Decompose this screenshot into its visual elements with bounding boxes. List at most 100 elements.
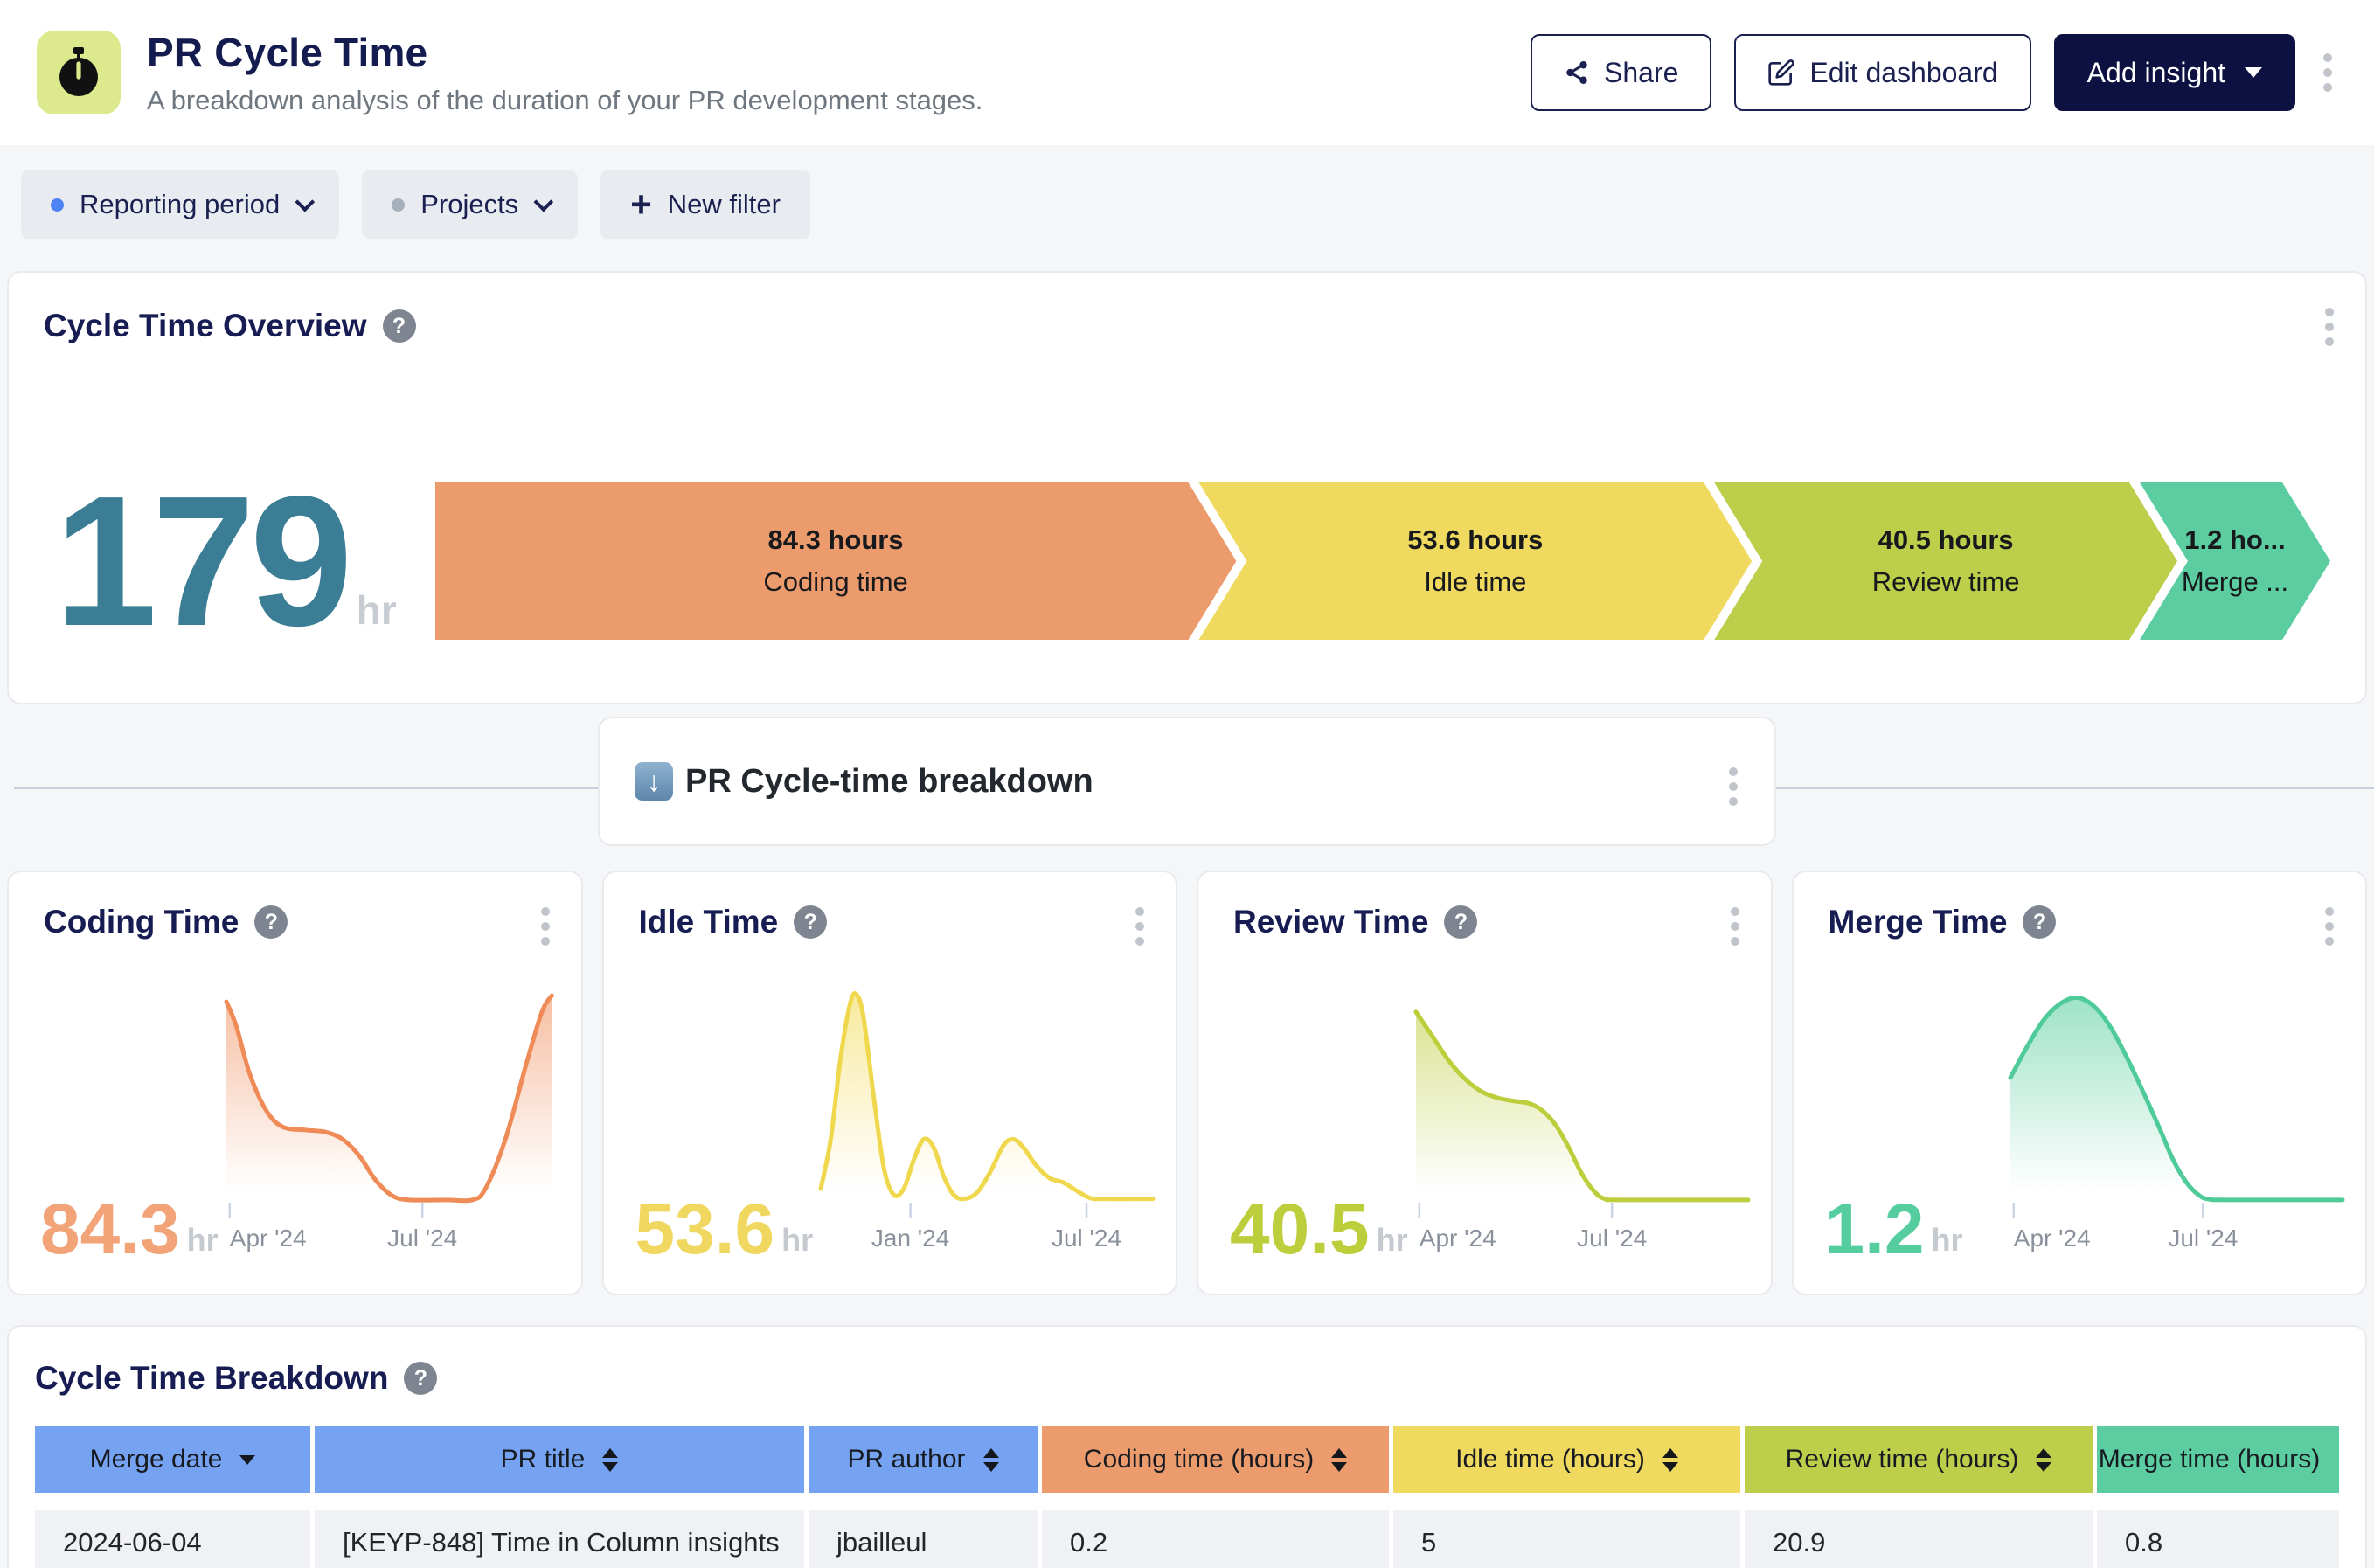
overview-title: Cycle Time Overview bbox=[44, 308, 367, 344]
cycle-time-overview-card: Cycle Time Overview 179 hr 84.3 hours Co… bbox=[7, 271, 2367, 704]
metric-title: Merge Time bbox=[1829, 904, 2008, 940]
svg-text:Jul '24: Jul '24 bbox=[2168, 1225, 2238, 1252]
new-filter-label: New filter bbox=[668, 189, 781, 220]
header-more-menu-icon[interactable] bbox=[2318, 48, 2337, 97]
review-time-sparkline: Apr '24Jul '24 bbox=[1416, 982, 1748, 1250]
svg-text:Jul '24: Jul '24 bbox=[387, 1225, 457, 1252]
merge-time-card: Merge Time Apr '24 Jul '24 1.2 hr bbox=[1792, 871, 2368, 1295]
metric-cards-row: Coding Time Apr '24Jul '24 84.3 hr Idle … bbox=[7, 871, 2367, 1295]
page-subtitle: A breakdown analysis of the duration of … bbox=[147, 85, 1504, 116]
help-icon[interactable] bbox=[794, 905, 827, 939]
review-time-card: Review Time Apr '24Jul '24 40.5 hr bbox=[1197, 871, 1773, 1295]
cycle-time-breakdown-table-card: Cycle Time Breakdown Merge date PR title… bbox=[7, 1325, 2367, 1568]
share-button[interactable]: Share bbox=[1531, 34, 1711, 111]
column-header-merge-time[interactable]: Merge time (hours) bbox=[2097, 1426, 2339, 1493]
total-cycle-time-value: 179 bbox=[54, 489, 348, 633]
sort-icon bbox=[983, 1448, 999, 1472]
add-insight-button[interactable]: Add insight bbox=[2054, 34, 2295, 111]
cell-review-time: 20.9 bbox=[1745, 1510, 2093, 1568]
funnel-stage-idle: 53.6 hours Idle time bbox=[1198, 482, 1752, 640]
metric-value: 84.3 hr bbox=[40, 1201, 219, 1259]
add-insight-label: Add insight bbox=[2087, 57, 2225, 89]
sort-icon bbox=[239, 1455, 255, 1465]
metric-title: Coding Time bbox=[44, 904, 239, 940]
svg-text:Apr '24: Apr '24 bbox=[2014, 1225, 2091, 1252]
stage-value: 40.5 hours bbox=[1878, 524, 2014, 556]
card-more-menu-icon[interactable] bbox=[1725, 902, 1745, 951]
metric-value: 1.2 hr bbox=[1825, 1201, 1963, 1259]
chevron-down-icon bbox=[295, 192, 316, 212]
reporting-period-filter[interactable]: Reporting period bbox=[21, 170, 339, 239]
total-cycle-time-unit: hr bbox=[357, 586, 397, 634]
svg-text:Apr '24: Apr '24 bbox=[1419, 1225, 1496, 1252]
funnel-stage-review: 40.5 hours Review time bbox=[1714, 482, 2177, 640]
stage-value: 1.2 ho... bbox=[2184, 524, 2285, 556]
column-header-idle-time[interactable]: Idle time (hours) bbox=[1393, 1426, 1740, 1493]
projects-label: Projects bbox=[420, 189, 518, 220]
cell-pr-title: [KEYP-848] Time in Column insights bbox=[315, 1510, 804, 1568]
share-icon bbox=[1564, 59, 1590, 86]
help-icon[interactable] bbox=[404, 1362, 437, 1395]
merge-time-sparkline: Apr '24 Jul '24 bbox=[2010, 982, 2343, 1250]
sort-icon bbox=[1331, 1448, 1347, 1472]
stage-label: Merge ... bbox=[2182, 566, 2288, 598]
svg-text:Jul '24: Jul '24 bbox=[1052, 1225, 1121, 1252]
stage-label: Review time bbox=[1872, 566, 2020, 598]
cell-pr-author: jbailleul bbox=[809, 1510, 1038, 1568]
edit-dashboard-button[interactable]: Edit dashboard bbox=[1734, 34, 2030, 111]
filter-bar: Reporting period Projects + New filter bbox=[0, 145, 2374, 271]
top-header: PR Cycle Time A breakdown analysis of th… bbox=[0, 0, 2374, 145]
column-header-pr-title[interactable]: PR title bbox=[315, 1426, 804, 1493]
cell-coding-time: 0.2 bbox=[1042, 1510, 1389, 1568]
metric-title: Review Time bbox=[1233, 904, 1428, 940]
help-icon[interactable] bbox=[1444, 905, 1477, 939]
edit-icon bbox=[1767, 59, 1795, 87]
card-more-menu-icon[interactable] bbox=[536, 902, 555, 951]
stage-value: 53.6 hours bbox=[1407, 524, 1543, 556]
sort-icon bbox=[602, 1448, 618, 1472]
sort-icon bbox=[1662, 1448, 1678, 1472]
column-header-coding-time[interactable]: Coding time (hours) bbox=[1042, 1426, 1389, 1493]
coding-time-sparkline: Apr '24Jul '24 bbox=[226, 982, 559, 1250]
inactive-filter-dot bbox=[392, 198, 405, 212]
card-more-menu-icon[interactable] bbox=[1130, 902, 1149, 951]
sort-icon bbox=[2036, 1448, 2051, 1472]
metric-value: 53.6 hr bbox=[635, 1201, 814, 1259]
chevron-down-icon bbox=[2245, 67, 2262, 78]
cycle-funnel: 84.3 hours Coding time 53.6 hours Idle t… bbox=[435, 482, 2330, 640]
cell-idle-time: 5 bbox=[1393, 1510, 1740, 1568]
breakdown-banner-section: PR Cycle-time breakdown bbox=[0, 704, 2374, 871]
metric-title: Idle Time bbox=[639, 904, 779, 940]
breakdown-table: Merge date PR title PR author Coding tim… bbox=[35, 1426, 2339, 1568]
page-title: PR Cycle Time bbox=[147, 29, 1504, 76]
cell-merge-date: 2024-06-04 bbox=[35, 1510, 310, 1568]
chevron-down-icon bbox=[534, 192, 554, 212]
coding-time-card: Coding Time Apr '24Jul '24 84.3 hr bbox=[7, 871, 583, 1295]
edit-dashboard-label: Edit dashboard bbox=[1809, 57, 1997, 89]
funnel-stage-coding: 84.3 hours Coding time bbox=[435, 482, 1237, 640]
cell-merge-time: 0.8 bbox=[2097, 1510, 2339, 1568]
svg-text:Jan '24: Jan '24 bbox=[871, 1225, 949, 1252]
share-label: Share bbox=[1604, 57, 1678, 89]
card-more-menu-icon[interactable] bbox=[2320, 902, 2339, 951]
stage-label: Idle time bbox=[1424, 566, 1526, 598]
reporting-period-label: Reporting period bbox=[80, 189, 280, 220]
column-header-pr-author[interactable]: PR author bbox=[809, 1426, 1038, 1493]
idle-time-sparkline: Jan '24 Jul '24 bbox=[821, 982, 1153, 1250]
down-arrow-icon bbox=[635, 762, 673, 801]
help-icon[interactable] bbox=[2023, 905, 2056, 939]
metric-value: 40.5 hr bbox=[1230, 1201, 1408, 1259]
column-header-merge-date[interactable]: Merge date bbox=[35, 1426, 310, 1493]
active-filter-dot bbox=[51, 198, 64, 212]
help-icon[interactable] bbox=[383, 309, 416, 343]
banner-more-menu-icon[interactable] bbox=[1724, 762, 1743, 811]
stopwatch-icon bbox=[37, 31, 121, 114]
projects-filter[interactable]: Projects bbox=[362, 170, 578, 239]
table-title: Cycle Time Breakdown bbox=[35, 1360, 388, 1397]
new-filter-button[interactable]: + New filter bbox=[600, 170, 810, 239]
overview-more-menu-icon[interactable] bbox=[2320, 302, 2339, 351]
total-cycle-time: 179 hr bbox=[54, 489, 397, 633]
idle-time-card: Idle Time Jan '24 Jul '24 53.6 hr bbox=[602, 871, 1178, 1295]
help-icon[interactable] bbox=[254, 905, 288, 939]
column-header-review-time[interactable]: Review time (hours) bbox=[1745, 1426, 2093, 1493]
